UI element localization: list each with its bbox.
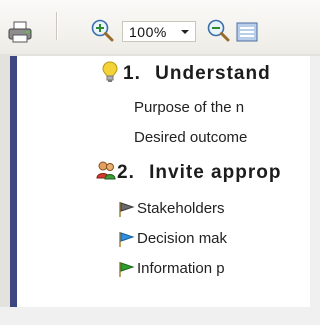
section-number: 2.: [117, 162, 135, 183]
bottom-strip: [0, 307, 320, 325]
list-item: Decision mak: [137, 230, 228, 247]
frame-edge: [310, 56, 320, 307]
grey-flag-icon: [117, 200, 135, 218]
zoom-value: 100%: [129, 24, 167, 40]
zoom-in-icon[interactable]: [90, 18, 114, 42]
section-heading: 1. Understand: [123, 63, 271, 85]
section-title: Understand: [155, 63, 271, 84]
fit-page-icon[interactable]: [236, 22, 258, 42]
section-number: 1.: [123, 63, 141, 84]
green-flag-icon: [117, 260, 135, 278]
lightbulb-icon: [102, 61, 118, 83]
list-item: Stakeholders: [137, 200, 225, 217]
toolbar: 100%: [0, 0, 320, 54]
blue-flag-icon: [117, 230, 135, 248]
toolbar-separator: [56, 12, 58, 40]
people-icon: [96, 160, 116, 180]
section-accent-bar: [10, 56, 17, 307]
list-item: Desired outcome: [134, 129, 248, 146]
list-item: Information p: [137, 260, 225, 277]
document-page[interactable]: 1. Understand Purpose of the n Desired o…: [17, 56, 310, 307]
section-heading: 2. Invite approp: [117, 162, 281, 184]
chevron-down-icon[interactable]: [177, 23, 193, 40]
section-title: Invite approp: [149, 162, 282, 183]
list-item: Purpose of the n: [134, 99, 245, 116]
zoom-out-icon[interactable]: [206, 18, 230, 42]
zoom-select[interactable]: 100%: [122, 21, 196, 42]
print-icon[interactable]: [8, 21, 32, 43]
